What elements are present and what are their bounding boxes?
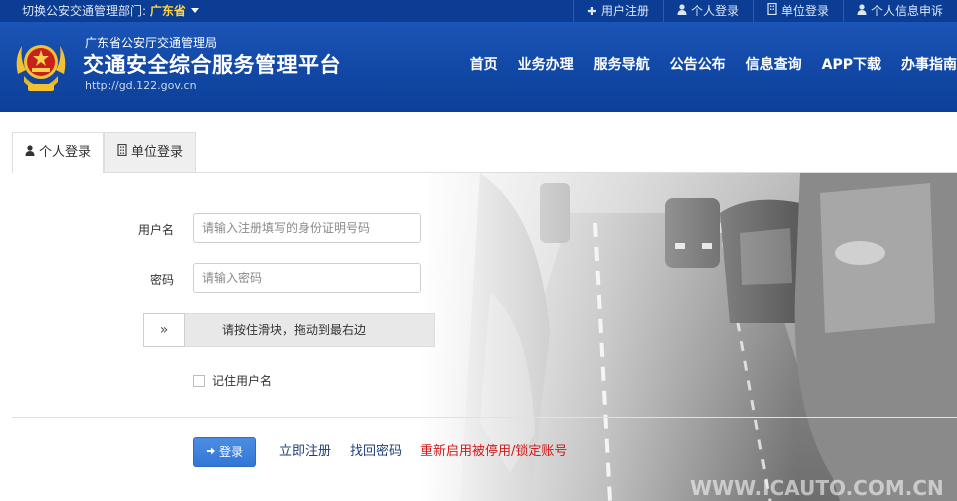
tab-unit-login[interactable]: 单位登录	[104, 132, 197, 173]
register-link-label: 用户注册	[600, 4, 649, 18]
department-switcher[interactable]: 切换公安交通管理部门: 广东省	[22, 3, 199, 19]
login-button-label: 登录	[218, 445, 243, 459]
nav-announcements[interactable]: 公告公布	[670, 54, 726, 74]
building-icon	[766, 1, 778, 23]
unit-login-link[interactable]: 单位登录	[752, 0, 843, 23]
nav-business[interactable]: 业务办理	[518, 54, 574, 74]
login-button[interactable]: 登录	[193, 437, 256, 467]
platform-title: 交通安全综合服务管理平台	[83, 53, 341, 77]
user-icon	[25, 133, 35, 173]
main-nav: 首页 业务办理 服务导航 公告公布 信息查询 APP下载 办事指南	[450, 22, 957, 106]
current-region: 广东省	[149, 4, 186, 18]
slide-captcha: » 请按住滑块，拖动到最右边	[143, 313, 435, 347]
user-icon	[856, 1, 868, 23]
slider-handle[interactable]: »	[143, 313, 185, 347]
tab-underline	[12, 172, 957, 173]
username-input[interactable]	[193, 213, 421, 243]
organization-name: 广东省公安厅交通管理局	[85, 36, 218, 50]
top-bar: 切换公安交通管理部门: 广东省 ✚ 用户注册 个人登录 单位登录 个人信息申诉	[0, 0, 957, 22]
unit-login-link-label: 单位登录	[780, 4, 829, 18]
slider-instruction: 请按住滑块，拖动到最右边	[222, 323, 367, 337]
police-emblem-logo	[16, 45, 66, 91]
tab-unit-login-label: 单位登录	[131, 145, 184, 160]
site-header: 广东省公安厅交通管理局 交通安全综合服务管理平台 http://gd.122.g…	[0, 22, 957, 112]
nav-app-download[interactable]: APP下载	[822, 54, 881, 74]
site-url: http://gd.122.gov.cn	[85, 79, 197, 92]
tab-personal-login-label: 个人登录	[39, 145, 92, 160]
personal-login-link-label: 个人登录	[690, 4, 739, 18]
password-label: 密码	[149, 273, 174, 287]
double-chevron-right-icon: »	[159, 322, 169, 338]
nav-guide[interactable]: 办事指南	[901, 54, 957, 74]
form-divider	[12, 417, 957, 418]
user-icon	[676, 1, 688, 23]
reactivate-account-link[interactable]: 重新启用被停用/锁定账号	[420, 444, 567, 460]
plus-icon: ✚	[587, 5, 597, 18]
login-tabs: 个人登录 单位登录	[12, 132, 197, 173]
department-switch-label: 切换公安交通管理部门:	[22, 4, 150, 18]
nav-home[interactable]: 首页	[470, 54, 498, 74]
tab-personal-login[interactable]: 个人登录	[12, 132, 105, 173]
login-arrow-icon	[206, 438, 216, 466]
appeal-link-label: 个人信息申诉	[870, 4, 943, 18]
caret-down-icon	[190, 8, 199, 13]
register-now-link[interactable]: 立即注册	[279, 444, 331, 460]
nav-service-guide[interactable]: 服务导航	[594, 54, 650, 74]
register-link[interactable]: ✚ 用户注册	[572, 0, 663, 22]
remember-checkbox[interactable]	[193, 375, 205, 387]
remember-username[interactable]: 记住用户名	[193, 374, 272, 388]
username-label: 用户名	[137, 223, 174, 237]
personal-login-link[interactable]: 个人登录	[662, 0, 753, 23]
top-links: ✚ 用户注册 个人登录 单位登录 个人信息申诉	[572, 0, 957, 23]
watermark-text: WWW.ICAUTO.COM.CN	[690, 476, 944, 500]
appeal-link[interactable]: 个人信息申诉	[842, 0, 957, 23]
remember-label: 记住用户名	[212, 374, 273, 388]
recover-password-link[interactable]: 找回密码	[350, 444, 402, 460]
password-input[interactable]	[193, 263, 421, 293]
nav-info-query[interactable]: 信息查询	[746, 54, 802, 74]
building-icon	[117, 133, 127, 173]
